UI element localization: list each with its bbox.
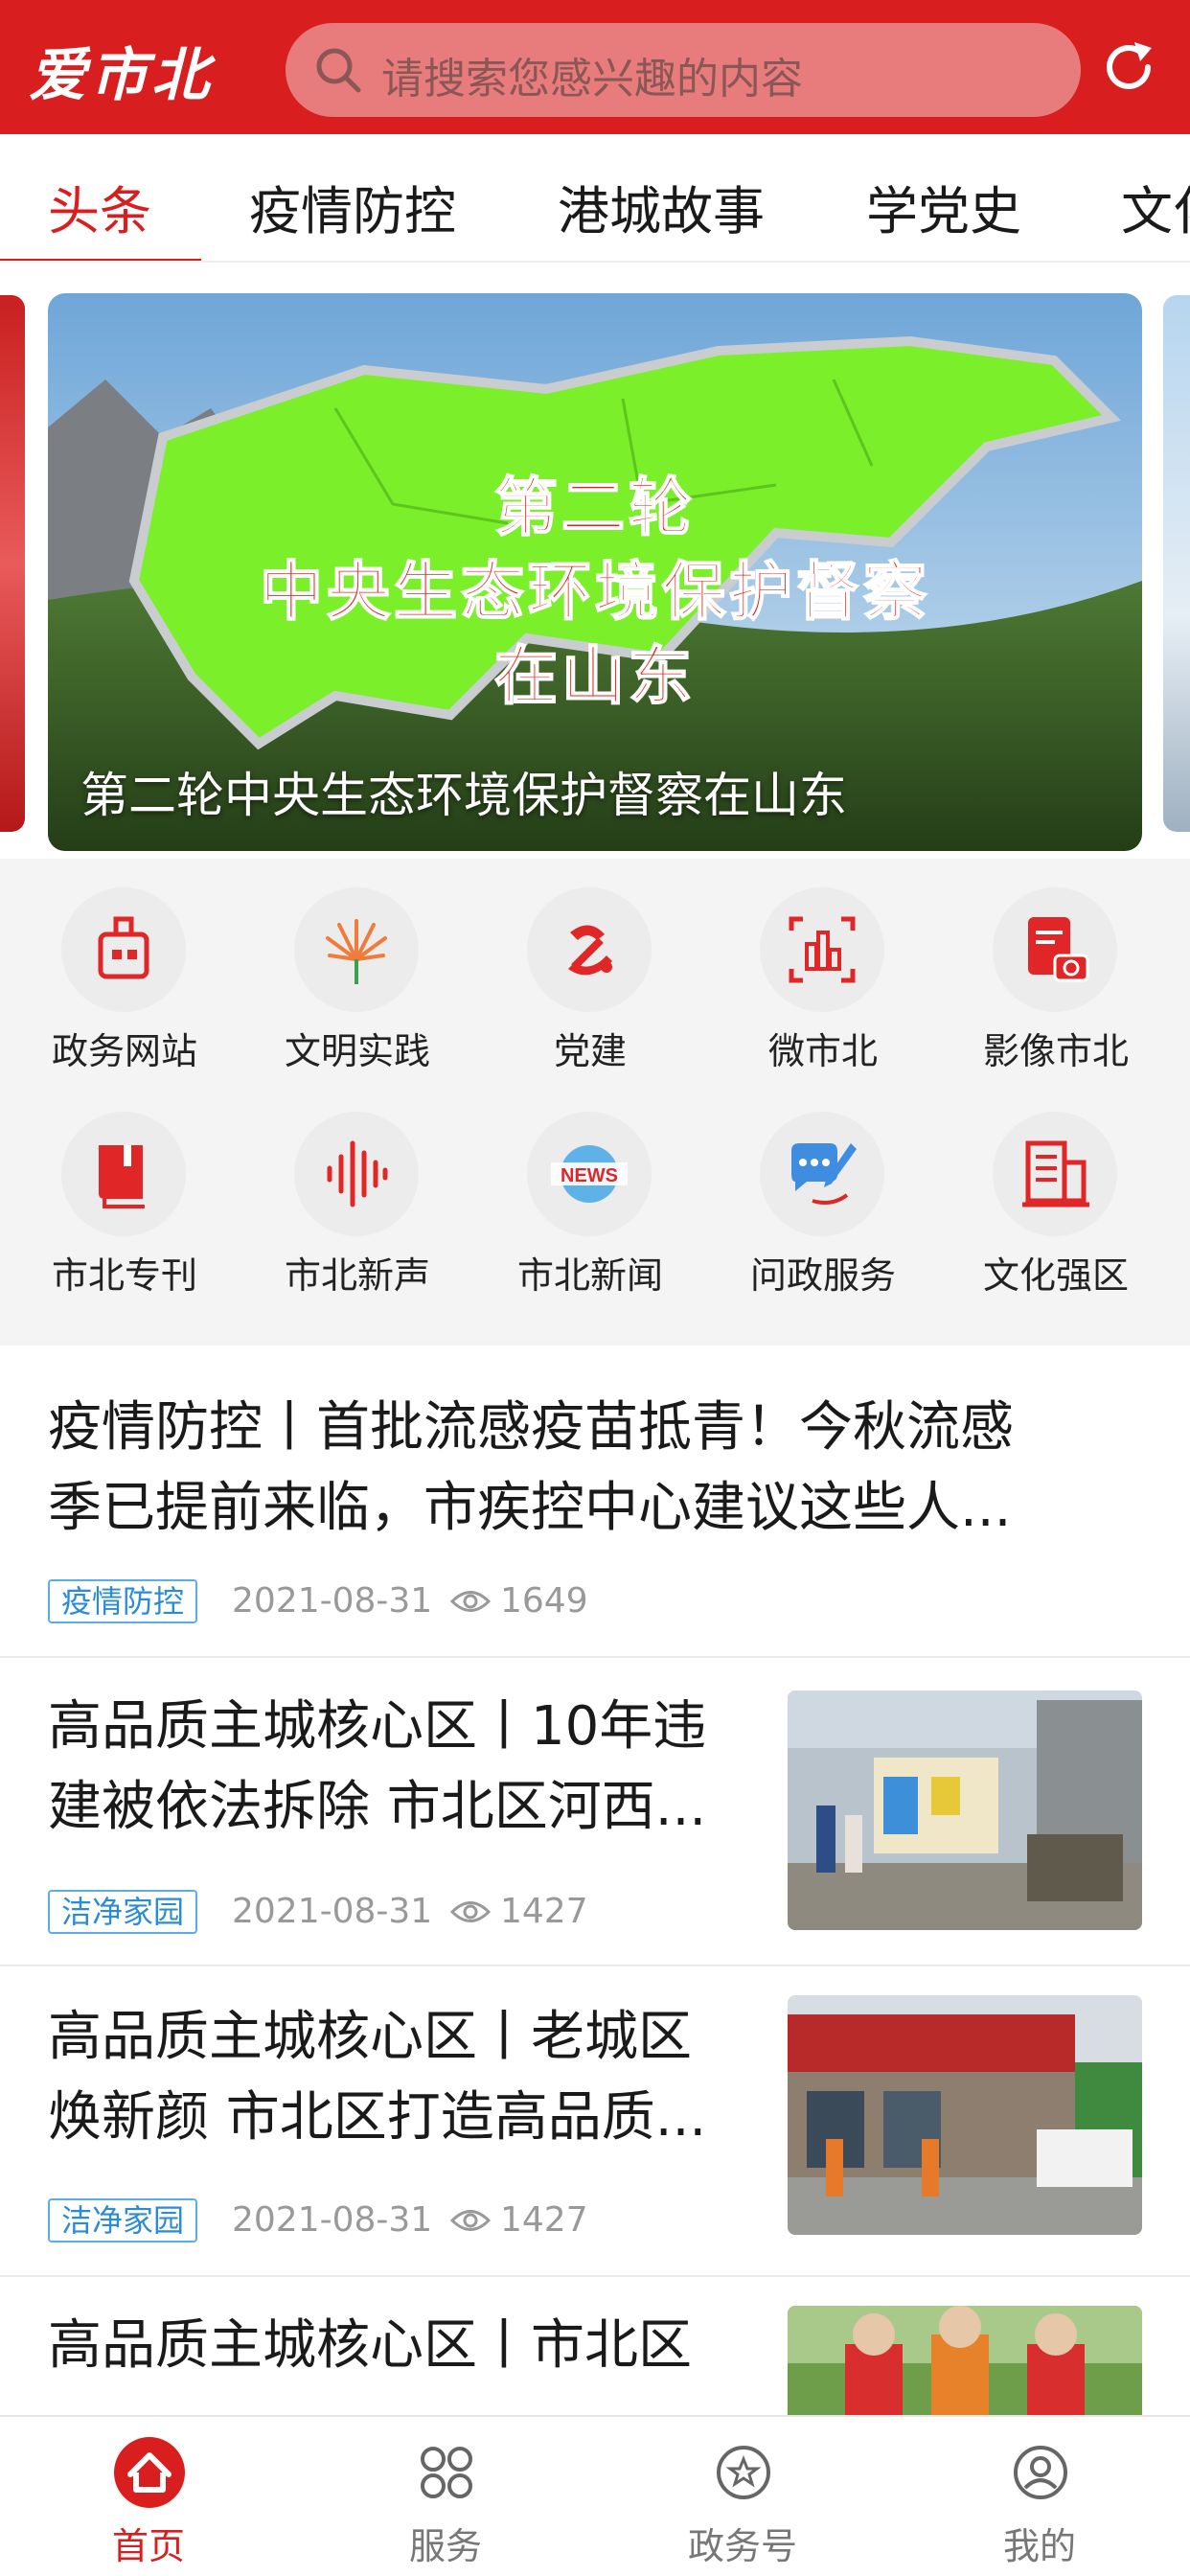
micro-city-icon [789, 916, 856, 983]
banner-overlay-line-2: 中央生态环境保护督察 [259, 554, 930, 630]
news-thumbnail[interactable] [788, 1995, 1142, 2235]
sound-wave-icon [327, 1140, 388, 1208]
banner-caption: 第二轮中央生态环境保护督察在山东 [80, 768, 847, 823]
news-tag[interactable]: 疫情防控 [48, 1579, 198, 1623]
nav-services[interactable]: 服务 [297, 2417, 594, 2576]
news-globe-icon: NEWS [551, 1145, 628, 1203]
tab-party-history[interactable]: 学党史 [866, 169, 1021, 244]
news-title-line: 高品质主城核心区丨老城区 [48, 2006, 692, 2068]
tab-port-city-stories[interactable]: 港城故事 [558, 169, 765, 244]
nav-home-label: 首页 [111, 2525, 185, 2567]
chat-pen-icon [791, 1143, 857, 1205]
news-item[interactable]: 高品质主城核心区丨10年违 建被依法拆除 市北区河西... 洁净家园 2021-… [0, 1658, 1190, 1966]
svg-text:NEWS: NEWS [561, 1165, 618, 1186]
services-grid-icon [421, 2447, 472, 2498]
document-building-icon [1022, 1140, 1089, 1208]
news-title-line: 高品质主城核心区丨10年违 [48, 1695, 707, 1758]
tab-headlines[interactable]: 头条 [48, 169, 151, 244]
service-government-website[interactable]: 政务网站 [8, 859, 241, 1079]
nav-profile-label: 我的 [1002, 2525, 1076, 2567]
bottom-navigation: 首页 服务 政务号 我的 [0, 2415, 1190, 2576]
service-culture-district[interactable]: 文化强区 [939, 1083, 1173, 1303]
service-inquiry[interactable]: 问政服务 [706, 1083, 940, 1303]
news-item[interactable]: 高品质主城核心区丨老城区 焕新颜 市北区打造高品质... 洁净家园 2021-0… [0, 1966, 1190, 2277]
views-eye-icon [450, 1591, 491, 1612]
service-grid: 政务网站 文明实践 党建 微市北 影像市北 市北专刊 市北新声 NEWS 市北新… [0, 859, 1190, 1346]
news-title-line: 疫情防控丨首批流感疫苗抵青！今秋流感 [48, 1396, 1014, 1459]
service-civilization-practice[interactable]: 文明实践 [240, 859, 474, 1079]
service-image-shibei[interactable]: 影像市北 [939, 859, 1173, 1079]
news-item[interactable]: 高品质主城核心区丨市北区 [0, 2277, 1190, 2419]
app-logo: 爱市北 [29, 42, 213, 109]
search-icon [316, 48, 361, 93]
service-party-building[interactable]: 党建 [473, 859, 707, 1079]
search-bar[interactable]: 请搜索您感兴趣的内容 [286, 23, 1081, 117]
nav-services-label: 服务 [408, 2525, 482, 2567]
channel-tabs: 头条 疫情防控 港城故事 学党史 文化 [0, 134, 1190, 263]
news-date: 2021-08-31 [232, 1892, 433, 1931]
news-view-count: 1649 [500, 1581, 588, 1621]
home-icon [114, 2437, 185, 2508]
app-header: 爱市北 请搜索您感兴趣的内容 [0, 0, 1190, 134]
previous-slide-preview[interactable] [0, 295, 25, 832]
news-tag[interactable]: 洁净家园 [48, 1890, 198, 1934]
news-tag[interactable]: 洁净家园 [48, 2198, 198, 2242]
banner-overlay-line-3: 在山东 [493, 638, 696, 714]
active-tab-indicator [0, 259, 201, 261]
refresh-icon[interactable] [1098, 36, 1159, 98]
news-title-line: 建被依法拆除 市北区河西... [48, 1776, 707, 1838]
search-placeholder: 请搜索您感兴趣的内容 [381, 55, 803, 104]
tab-epidemic[interactable]: 疫情防控 [249, 169, 456, 244]
views-eye-icon [450, 1901, 491, 1922]
news-title-line: 焕新颜 市北区打造高品质... [48, 2086, 707, 2149]
government-building-icon [98, 916, 149, 979]
nav-profile[interactable]: 我的 [891, 2417, 1188, 2576]
news-item[interactable]: 疫情防控丨首批流感疫苗抵青！今秋流感 季已提前来临，市疾控中心建议这些人... … [0, 1346, 1190, 1658]
news-title-line: 高品质主城核心区丨市北区 [48, 2314, 692, 2377]
service-shibei-special[interactable]: 市北专刊 [8, 1083, 241, 1303]
service-micro-shibei[interactable]: 微市北 [706, 859, 940, 1079]
banner-carousel[interactable]: 第二轮 中央生态环境保护督察 在山东 第二轮中央生态环境保护督察在山东 [0, 264, 1190, 859]
tab-culture[interactable]: 文化 [1121, 169, 1190, 244]
banner-overlay-line-1: 第二轮 [493, 470, 696, 545]
photo-card-icon [1028, 917, 1089, 982]
nav-home[interactable]: 首页 [0, 2417, 297, 2576]
service-shibei-voice[interactable]: 市北新声 [240, 1083, 474, 1303]
nav-government-account[interactable]: 政务号 [594, 2417, 891, 2576]
next-slide-preview[interactable] [1163, 295, 1190, 832]
banner-slide[interactable]: 第二轮 中央生态环境保护督察 在山东 第二轮中央生态环境保护督察在山东 [48, 293, 1142, 851]
news-list: 疫情防控丨首批流感疫苗抵青！今秋流感 季已提前来临，市疾控中心建议这些人... … [0, 1346, 1190, 2419]
service-shibei-news[interactable]: NEWS 市北新闻 [473, 1083, 707, 1303]
news-view-count: 1427 [500, 2200, 588, 2240]
nav-government-account-label: 政务号 [687, 2525, 797, 2567]
news-date: 2021-08-31 [232, 2200, 433, 2240]
party-emblem-icon [568, 925, 612, 976]
news-view-count: 1427 [500, 1892, 588, 1931]
book-icon [99, 1145, 145, 1208]
news-thumbnail[interactable] [788, 1690, 1142, 1930]
views-eye-icon [450, 2210, 491, 2231]
news-title-line: 季已提前来临，市疾控中心建议这些人... [48, 1477, 1012, 1539]
news-thumbnail[interactable] [788, 2306, 1142, 2419]
news-date: 2021-08-31 [232, 1581, 433, 1621]
government-account-icon [717, 2446, 770, 2499]
civilization-practice-icon [326, 919, 387, 984]
profile-icon [1014, 2446, 1067, 2499]
